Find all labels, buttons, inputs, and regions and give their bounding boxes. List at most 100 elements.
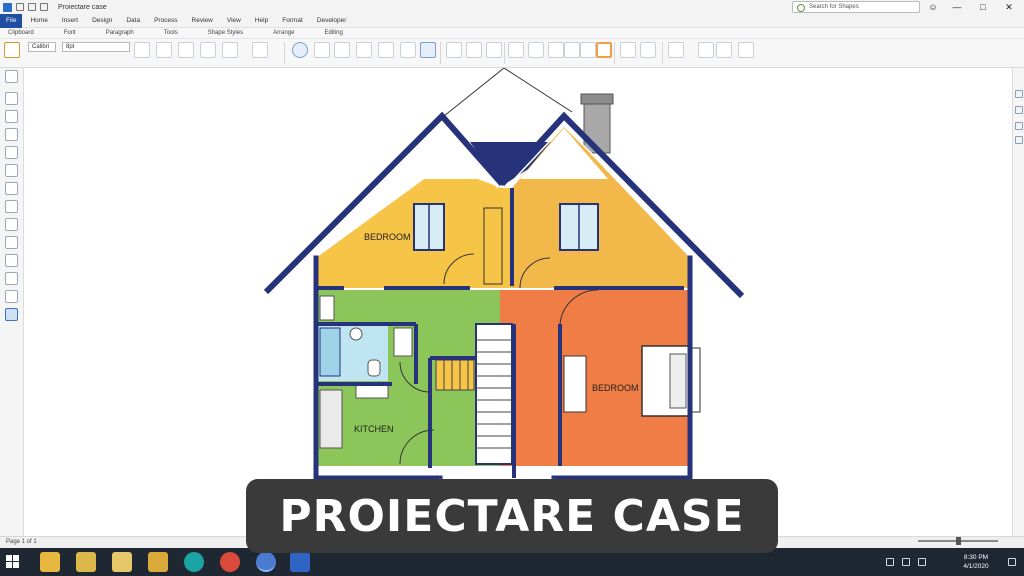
- roof-outline-line: [443, 68, 505, 117]
- help-button[interactable]: [738, 42, 754, 58]
- menu-review[interactable]: Review: [192, 17, 213, 24]
- select-button[interactable]: [640, 42, 656, 58]
- shapes-icon[interactable]: [1015, 106, 1023, 114]
- find-button[interactable]: [620, 42, 636, 58]
- house-floor-plan: BEDROOM BEDROOM KITCHEN: [263, 68, 745, 514]
- ribbon: Clipboard Font Paragraph Tools Shape Styles A…: [0, 28, 1024, 68]
- font-name-select[interactable]: Calibri: [28, 42, 56, 52]
- image-tool[interactable]: [5, 308, 18, 321]
- picture-button[interactable]: [580, 42, 596, 58]
- menu-data[interactable]: Data: [126, 17, 140, 24]
- visio-taskbar-icon[interactable]: [290, 552, 310, 572]
- menu-format[interactable]: Format: [282, 17, 303, 24]
- highlight-button[interactable]: [156, 42, 172, 58]
- ribbon-separator: [614, 42, 615, 64]
- minimize-button[interactable]: —: [944, 0, 970, 14]
- chrome-icon[interactable]: [220, 552, 240, 572]
- spacing-button[interactable]: [668, 42, 684, 58]
- downloads-icon[interactable]: [148, 552, 168, 572]
- close-button[interactable]: ✕: [996, 0, 1022, 14]
- drawing-canvas[interactable]: BEDROOM BEDROOM KITCHEN: [24, 68, 1012, 536]
- volume-icon[interactable]: [902, 558, 910, 566]
- bathtub: [319, 327, 341, 377]
- menu-home[interactable]: Home: [30, 17, 47, 24]
- wardrobe: [563, 355, 587, 413]
- label-bedroom-left: BEDROOM: [364, 232, 411, 242]
- pen-tool[interactable]: [5, 110, 18, 123]
- selected-layout-button[interactable]: [596, 42, 612, 58]
- menu-developer[interactable]: Developer: [317, 17, 347, 24]
- paste-button[interactable]: [4, 42, 20, 58]
- align-center-button[interactable]: [356, 42, 372, 58]
- quick-style-button[interactable]: [420, 42, 436, 58]
- text-tool-button[interactable]: [314, 42, 330, 58]
- file-explorer-icon[interactable]: [40, 552, 60, 572]
- menu-process[interactable]: Process: [154, 17, 177, 24]
- start-button[interactable]: [6, 555, 20, 569]
- app-icon: [3, 2, 12, 12]
- send-backward-button[interactable]: [466, 42, 482, 58]
- right-panel: [1012, 68, 1024, 536]
- folder-icon[interactable]: [76, 552, 96, 572]
- bullets-button[interactable]: [400, 42, 416, 58]
- redo-icon[interactable]: [40, 3, 48, 11]
- position-button[interactable]: [508, 42, 524, 58]
- ellipse-tool-button[interactable]: [292, 42, 308, 58]
- zoom-tool[interactable]: [5, 182, 18, 195]
- crop-tool[interactable]: [5, 128, 18, 141]
- bring-forward-button[interactable]: [446, 42, 462, 58]
- title-banner: PROIECTARE CASE: [246, 479, 778, 553]
- account-icon[interactable]: ☺: [920, 0, 946, 14]
- red-pen-tool[interactable]: [5, 218, 18, 231]
- browser-icon[interactable]: [256, 552, 276, 572]
- battery-icon[interactable]: [918, 558, 926, 566]
- group-button[interactable]: [486, 42, 502, 58]
- pan-icon[interactable]: [1015, 90, 1023, 98]
- connector-button[interactable]: [252, 42, 268, 58]
- edge-icon[interactable]: [184, 552, 204, 572]
- layers-button[interactable]: [528, 42, 544, 58]
- visio-app-window: Proiectare case Search for Shapes ☺ — □ …: [0, 0, 1024, 576]
- text-box-tool[interactable]: [5, 290, 18, 303]
- font-size-select[interactable]: 8pt: [62, 42, 130, 52]
- triangle-shape-button[interactable]: [200, 42, 216, 58]
- search-input[interactable]: Search for Shapes: [792, 1, 920, 13]
- pencil-tool[interactable]: [5, 92, 18, 105]
- rectangle-select-tool[interactable]: [5, 164, 18, 177]
- undo-icon[interactable]: [28, 3, 36, 11]
- notifications-icon[interactable]: [1008, 558, 1016, 566]
- documents-icon[interactable]: [112, 552, 132, 572]
- window-title: Proiectare case: [58, 3, 107, 11]
- container-button[interactable]: [548, 42, 564, 58]
- format-icon[interactable]: [1015, 136, 1023, 144]
- save-icon[interactable]: [16, 3, 24, 11]
- roof-outline-line: [503, 68, 573, 113]
- menu-help[interactable]: Help: [255, 17, 268, 24]
- check-button[interactable]: [698, 42, 714, 58]
- maximize-button[interactable]: □: [970, 0, 996, 14]
- clock-time: 8:30 PM: [963, 554, 989, 561]
- font-color-button[interactable]: [134, 42, 150, 58]
- menu-design[interactable]: Design: [92, 17, 112, 24]
- zoom-slider-handle[interactable]: [956, 537, 961, 545]
- menu-file[interactable]: File: [0, 13, 23, 28]
- page-indicator: Page 1 of 1: [6, 539, 37, 545]
- fill-button[interactable]: [222, 42, 238, 58]
- rectangle-tool[interactable]: [5, 272, 18, 285]
- stamp-tool[interactable]: [5, 236, 18, 249]
- search-icon[interactable]: [5, 200, 18, 213]
- pointer-tool[interactable]: [5, 70, 18, 83]
- brush-tool[interactable]: [5, 146, 18, 159]
- menu-view[interactable]: View: [227, 17, 241, 24]
- text-color-button[interactable]: [178, 42, 194, 58]
- menu-insert[interactable]: Insert: [62, 17, 78, 24]
- ribbon-separator: [440, 42, 441, 64]
- network-icon[interactable]: [886, 558, 894, 566]
- comments-icon[interactable]: [1015, 122, 1023, 130]
- align-left-button[interactable]: [334, 42, 350, 58]
- callout-button[interactable]: [564, 42, 580, 58]
- lasso-tool[interactable]: [5, 254, 18, 267]
- settings-button[interactable]: [716, 42, 732, 58]
- align-right-button[interactable]: [378, 42, 394, 58]
- clock[interactable]: 8:30 PM 4/1/2020: [946, 553, 1006, 571]
